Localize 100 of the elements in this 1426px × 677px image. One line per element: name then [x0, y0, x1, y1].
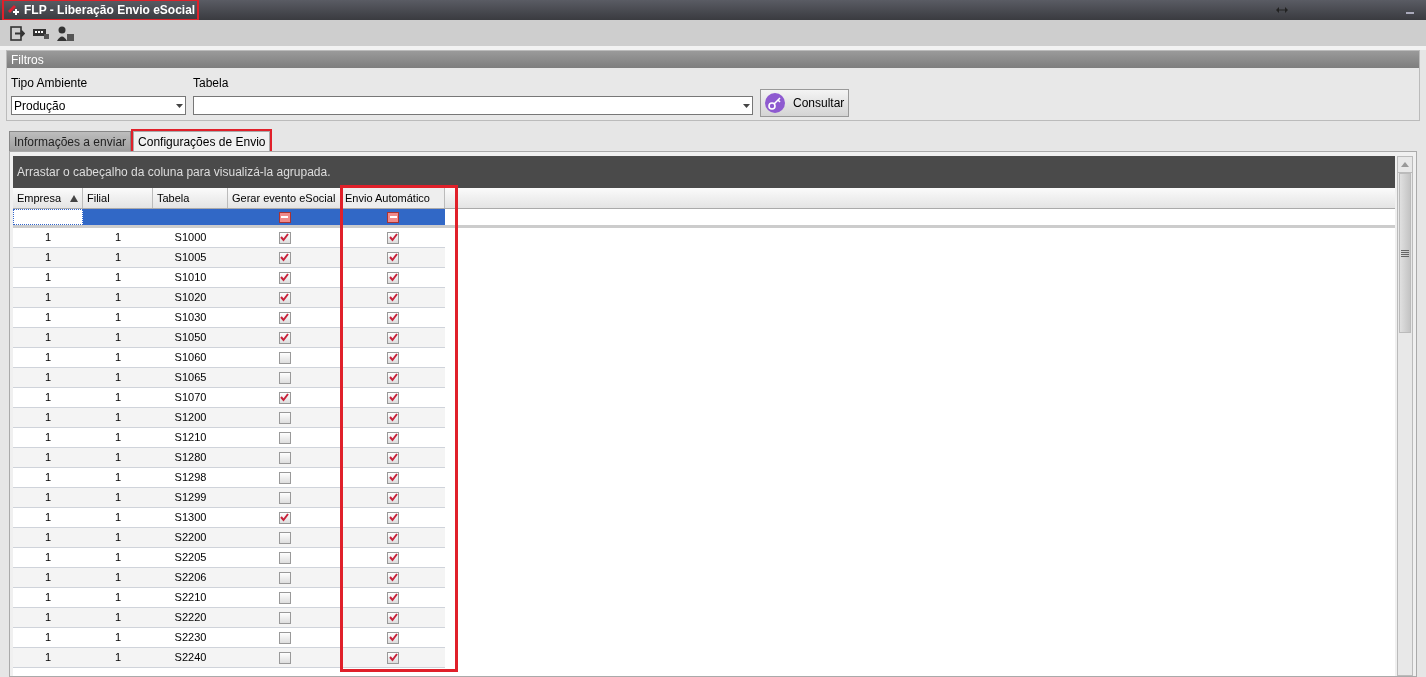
checkbox[interactable]	[387, 471, 399, 484]
checkbox[interactable]	[387, 251, 399, 264]
checkbox[interactable]	[387, 391, 399, 404]
grid-row[interactable]: 1 1 S1280	[13, 448, 445, 468]
grid-row[interactable]: 1 1 S1200	[13, 408, 445, 428]
table-cell-text: 1	[114, 610, 122, 626]
table-cell-text: 1	[114, 590, 122, 606]
screen-lock-icon[interactable]	[33, 26, 49, 40]
table-cell-text: 1	[44, 550, 52, 566]
table-cell-text: 1	[44, 270, 52, 286]
checkbox[interactable]	[278, 551, 291, 564]
checkbox[interactable]	[387, 571, 399, 584]
filter-cell[interactable]	[13, 209, 83, 225]
grid-row[interactable]: 1 1 S1020	[13, 288, 445, 308]
grid-row[interactable]: 1 1 S1065	[13, 368, 445, 388]
checkbox[interactable]	[278, 591, 291, 604]
column-header[interactable]: Empresa	[13, 188, 83, 208]
column-header[interactable]: Filial	[83, 188, 153, 208]
checkbox[interactable]	[387, 591, 399, 604]
column-header[interactable]: Gerar evento eSocial	[228, 188, 341, 208]
checkbox[interactable]	[387, 231, 399, 244]
checkbox[interactable]	[278, 411, 291, 424]
checkbox[interactable]	[387, 491, 399, 504]
checkbox[interactable]	[278, 351, 291, 364]
user-icon[interactable]	[57, 25, 74, 41]
checkbox[interactable]	[387, 291, 399, 304]
grid-row[interactable]: 1 1 S1299	[13, 488, 445, 508]
table-cell-text: 1	[44, 430, 52, 446]
checkbox[interactable]	[278, 631, 291, 644]
checkbox[interactable]	[278, 391, 291, 404]
table-cell-text: S1050	[174, 330, 207, 346]
checkbox[interactable]	[387, 431, 399, 444]
checkbox[interactable]	[387, 271, 399, 284]
table-cell-text: 1	[44, 630, 52, 646]
checkbox[interactable]	[387, 511, 399, 524]
table-cell-text: S1020	[174, 290, 207, 306]
table-cell-text: 1	[44, 570, 52, 586]
checkbox[interactable]	[278, 271, 291, 284]
table-cell-text: 1	[44, 370, 52, 386]
checkbox[interactable]	[278, 491, 291, 504]
search-button[interactable]: Consultar	[760, 89, 850, 117]
tab[interactable]: Informações a enviar	[9, 131, 132, 151]
filter-checkbox[interactable]	[387, 211, 399, 223]
checkbox[interactable]	[387, 311, 399, 324]
checkbox[interactable]	[278, 451, 291, 464]
dropdown-arrow-icon	[743, 103, 750, 108]
table-cell-text: S1010	[174, 270, 207, 286]
checkbox[interactable]	[387, 451, 399, 464]
table-cell-text: 1	[44, 230, 52, 246]
checkbox[interactable]	[387, 551, 399, 564]
table-cell-text: 1	[44, 470, 52, 486]
tab[interactable]: Configurações de Envio	[133, 131, 271, 151]
checkbox[interactable]	[387, 411, 399, 424]
table-cell-text: S1300	[174, 510, 207, 526]
grid-row[interactable]: 1 1 S2240	[13, 648, 445, 668]
checkbox[interactable]	[278, 611, 291, 624]
scroll-thumb[interactable]	[1399, 173, 1411, 333]
exit-icon[interactable]	[10, 25, 25, 41]
grid-row[interactable]: 1 1 S1050	[13, 328, 445, 348]
table-cell-text: 1	[44, 610, 52, 626]
table-cell-text: 1	[114, 370, 122, 386]
checkbox[interactable]	[278, 311, 291, 324]
checkbox[interactable]	[278, 291, 291, 304]
grid-row[interactable]: 1 1 S2206	[13, 568, 445, 588]
grid-row[interactable]: 1 1 S2220	[13, 608, 445, 628]
dropdown-field[interactable]	[193, 96, 753, 115]
checkbox[interactable]	[278, 431, 291, 444]
checkbox[interactable]	[278, 531, 291, 544]
checkbox[interactable]	[387, 331, 399, 344]
table-cell-text: 1	[44, 330, 52, 346]
checkbox[interactable]	[387, 631, 399, 644]
checkbox[interactable]	[387, 351, 399, 364]
checkbox[interactable]	[278, 371, 291, 384]
checkbox[interactable]	[278, 471, 291, 484]
checkbox[interactable]	[387, 611, 399, 624]
checkbox[interactable]	[278, 651, 291, 664]
checkbox[interactable]	[387, 531, 399, 544]
checkbox[interactable]	[278, 511, 291, 524]
table-cell-text: 1	[44, 290, 52, 306]
table-cell-text: 1	[114, 570, 122, 586]
checkbox[interactable]	[278, 571, 291, 584]
checkbox[interactable]	[278, 231, 291, 244]
table-cell-text: S2206	[174, 570, 207, 586]
column-header[interactable]: Tabela	[153, 188, 228, 208]
filter-checkbox[interactable]	[278, 211, 291, 223]
table-cell-text: S1030	[174, 310, 207, 326]
checkbox[interactable]	[278, 331, 291, 344]
grid-row[interactable]: 1 1 S2200	[13, 528, 445, 548]
table-cell-text: S1070	[174, 390, 207, 406]
column-header[interactable]: Envio Automático	[341, 188, 445, 208]
checkbox[interactable]	[387, 651, 399, 664]
grid-row[interactable]: 1 1 S1005	[13, 248, 445, 268]
scrollbar[interactable]	[1397, 156, 1413, 676]
table-cell-text: 1	[114, 510, 122, 526]
checkbox[interactable]	[278, 251, 291, 264]
app-logo-icon	[6, 3, 20, 17]
dropdown-field[interactable]: Produção	[11, 96, 186, 115]
table-cell-text: 1	[44, 250, 52, 266]
checkbox[interactable]	[387, 371, 399, 384]
table-cell-text: 1	[114, 390, 122, 406]
